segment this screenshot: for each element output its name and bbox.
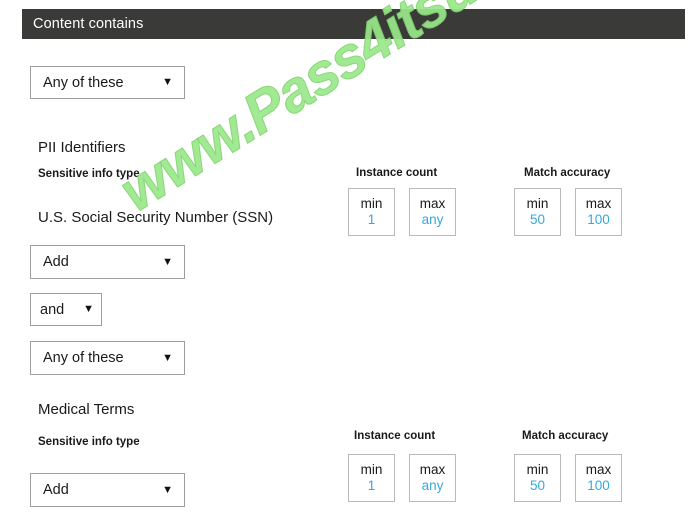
chevron-down-icon: ▼ bbox=[162, 76, 173, 88]
condition-operator-dropdown-second[interactable]: Any of these ▼ bbox=[30, 341, 185, 375]
chevron-down-icon: ▼ bbox=[162, 351, 173, 364]
match-accuracy-label-pii: Match accuracy bbox=[524, 167, 611, 179]
condition-operator-label-top: Any of these bbox=[43, 74, 124, 91]
match-accuracy-min-value-medical: 50 bbox=[529, 478, 546, 493]
match-accuracy-min-input-pii[interactable]: min 50 bbox=[514, 188, 561, 236]
chevron-down-icon: ▼ bbox=[162, 483, 173, 496]
instance-count-max-input-medical[interactable]: max any bbox=[409, 454, 456, 502]
panel-header: Content contains bbox=[22, 9, 685, 39]
instance-count-min-label-pii: min bbox=[360, 196, 383, 212]
instance-count-min-value-medical: 1 bbox=[367, 478, 376, 493]
instance-count-min-value-pii: 1 bbox=[367, 212, 376, 227]
instance-count-min-label-medical: min bbox=[360, 462, 383, 478]
match-accuracy-max-value-medical: 100 bbox=[587, 478, 610, 493]
match-accuracy-max-value-pii: 100 bbox=[587, 212, 610, 227]
match-accuracy-max-input-medical[interactable]: max 100 bbox=[575, 454, 622, 502]
match-accuracy-min-value-pii: 50 bbox=[529, 212, 546, 227]
instance-count-max-label-medical: max bbox=[419, 462, 446, 478]
add-label-pii: Add bbox=[43, 254, 69, 270]
match-accuracy-min-label-pii: min bbox=[526, 196, 549, 212]
group-title-medical: Medical Terms bbox=[38, 401, 135, 418]
sensitive-info-type-value-pii: U.S. Social Security Number (SSN) bbox=[38, 209, 274, 226]
match-accuracy-label-medical: Match accuracy bbox=[522, 430, 609, 442]
match-accuracy-max-input-pii[interactable]: max 100 bbox=[575, 188, 622, 236]
page-title: Content contains bbox=[33, 16, 144, 32]
content-contains-panel: Content contains Any of these ▼ PII Iden… bbox=[0, 0, 699, 519]
sensitive-info-type-label-medical: Sensitive info type bbox=[38, 436, 140, 448]
match-accuracy-min-label-medical: min bbox=[526, 462, 549, 478]
group-joiner-dropdown[interactable]: and ▼ bbox=[30, 293, 102, 326]
sensitive-info-type-label-pii: Sensitive info type bbox=[38, 168, 140, 180]
group-joiner-label: and bbox=[40, 301, 65, 318]
instance-count-label-medical: Instance count bbox=[354, 430, 436, 442]
match-accuracy-max-label-pii: max bbox=[585, 196, 612, 212]
instance-count-min-input-pii[interactable]: min 1 bbox=[348, 188, 395, 236]
match-accuracy-min-input-medical[interactable]: min 50 bbox=[514, 454, 561, 502]
group-title-pii: PII Identifiers bbox=[38, 139, 126, 156]
instance-count-max-value-medical: any bbox=[421, 478, 444, 493]
chevron-down-icon: ▼ bbox=[83, 303, 94, 315]
chevron-down-icon: ▼ bbox=[162, 255, 173, 268]
instance-count-label-pii: Instance count bbox=[356, 167, 438, 179]
instance-count-min-input-medical[interactable]: min 1 bbox=[348, 454, 395, 502]
condition-operator-dropdown-top[interactable]: Any of these ▼ bbox=[30, 66, 185, 99]
add-label-medical: Add bbox=[43, 482, 69, 498]
add-sensitive-info-type-dropdown-medical[interactable]: Add ▼ bbox=[30, 473, 185, 507]
add-sensitive-info-type-dropdown-pii[interactable]: Add ▼ bbox=[30, 245, 185, 279]
instance-count-max-input-pii[interactable]: max any bbox=[409, 188, 456, 236]
condition-operator-label-second: Any of these bbox=[43, 350, 124, 366]
match-accuracy-max-label-medical: max bbox=[585, 462, 612, 478]
instance-count-max-value-pii: any bbox=[421, 212, 444, 227]
instance-count-max-label-pii: max bbox=[419, 196, 446, 212]
